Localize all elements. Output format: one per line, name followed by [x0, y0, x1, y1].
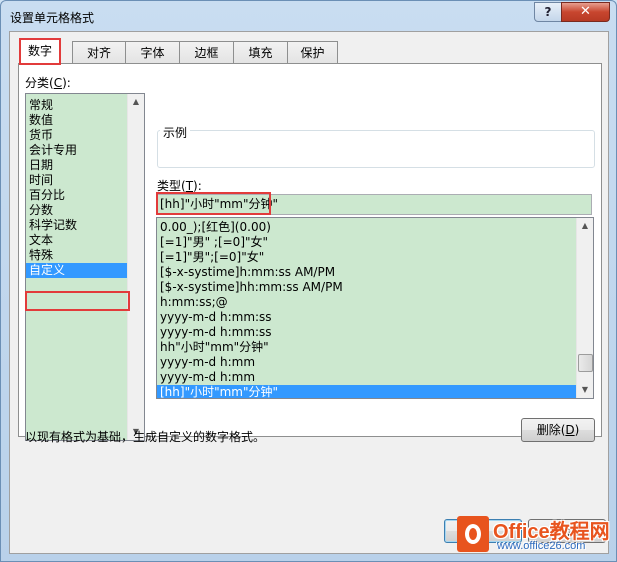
description-text: 以现有格式为基础，生成自定义的数字格式。 [25, 430, 266, 444]
delete-button[interactable]: 删除(D) [521, 418, 595, 442]
category-highlight-box [25, 291, 130, 311]
tab-fill[interactable]: 填充 [233, 41, 288, 64]
sample-label: 示例 [160, 124, 191, 141]
tab-highlight-box [19, 38, 61, 65]
dialog-body: 数字 对齐 字体 边框 填充 保护 分类(C): 常规 数值 货币 会计专用 日… [9, 31, 609, 554]
list-item[interactable]: [=1]"男";[=0]"女" [157, 250, 593, 265]
list-item[interactable]: 0.00_);[红色](0.00) [157, 220, 593, 235]
type-input-highlight-box [156, 192, 271, 215]
tab-alignment[interactable]: 对齐 [72, 41, 126, 64]
tab-font[interactable]: 字体 [125, 41, 180, 64]
tab-protection[interactable]: 保护 [287, 41, 338, 64]
watermark: Office教程网 www.office26.com [449, 512, 615, 556]
list-item[interactable]: h:mm:ss;@ [157, 295, 593, 310]
list-item[interactable]: yyyy-m-d h:mm [157, 370, 593, 385]
category-scrollbar[interactable]: ▲ ▼ [127, 94, 144, 440]
scroll-up-icon[interactable]: ▲ [577, 218, 593, 234]
format-scrollbar[interactable]: ▲ ▼ [576, 218, 593, 398]
list-item[interactable]: hh"小时"mm"分钟" [157, 340, 593, 355]
sample-group [157, 130, 595, 168]
close-button[interactable]: ✕ [561, 2, 610, 22]
format-cells-dialog: 设置单元格格式 ? ✕ 数字 对齐 字体 边框 填充 保护 分类(C): 常规 … [0, 0, 617, 562]
category-label: 分类(C): [25, 76, 71, 90]
list-item[interactable]: [$-x-systime]h:mm:ss AM/PM [157, 265, 593, 280]
list-item[interactable]: yyyy-m-d h:mm:ss [157, 310, 593, 325]
scroll-down-icon[interactable]: ▼ [577, 382, 593, 398]
scroll-thumb[interactable] [578, 354, 593, 372]
format-list[interactable]: 0.00_);[红色](0.00) [=1]"男" ;[=0]"女" [=1]"… [156, 217, 594, 399]
list-item[interactable]: yyyy-m-d h:mm:ss [157, 325, 593, 340]
list-item[interactable]: yyyy-m-d h:mm [157, 355, 593, 370]
list-item[interactable]: [=1]"男" ;[=0]"女" [157, 235, 593, 250]
list-item-selected[interactable]: 自定义 [26, 263, 127, 278]
watermark-url: www.office26.com [497, 540, 586, 552]
dialog-title: 设置单元格格式 [10, 11, 95, 25]
list-item[interactable]: [$-x-systime]hh:mm:ss AM/PM [157, 280, 593, 295]
scroll-up-icon[interactable]: ▲ [128, 94, 144, 110]
list-item-selected[interactable]: [hh]"小时"mm"分钟" [157, 385, 576, 398]
number-tab-panel: 分类(C): 常规 数值 货币 会计专用 日期 时间 百分比 分数 科学记数 文… [18, 63, 602, 442]
title-bar[interactable]: 设置单元格格式 ? ✕ [1, 1, 616, 31]
help-button[interactable]: ? [534, 2, 562, 22]
category-list[interactable]: 常规 数值 货币 会计专用 日期 时间 百分比 分数 科学记数 文本 特殊 自定… [25, 93, 145, 441]
office-logo-icon [457, 516, 489, 552]
tab-border[interactable]: 边框 [179, 41, 234, 64]
